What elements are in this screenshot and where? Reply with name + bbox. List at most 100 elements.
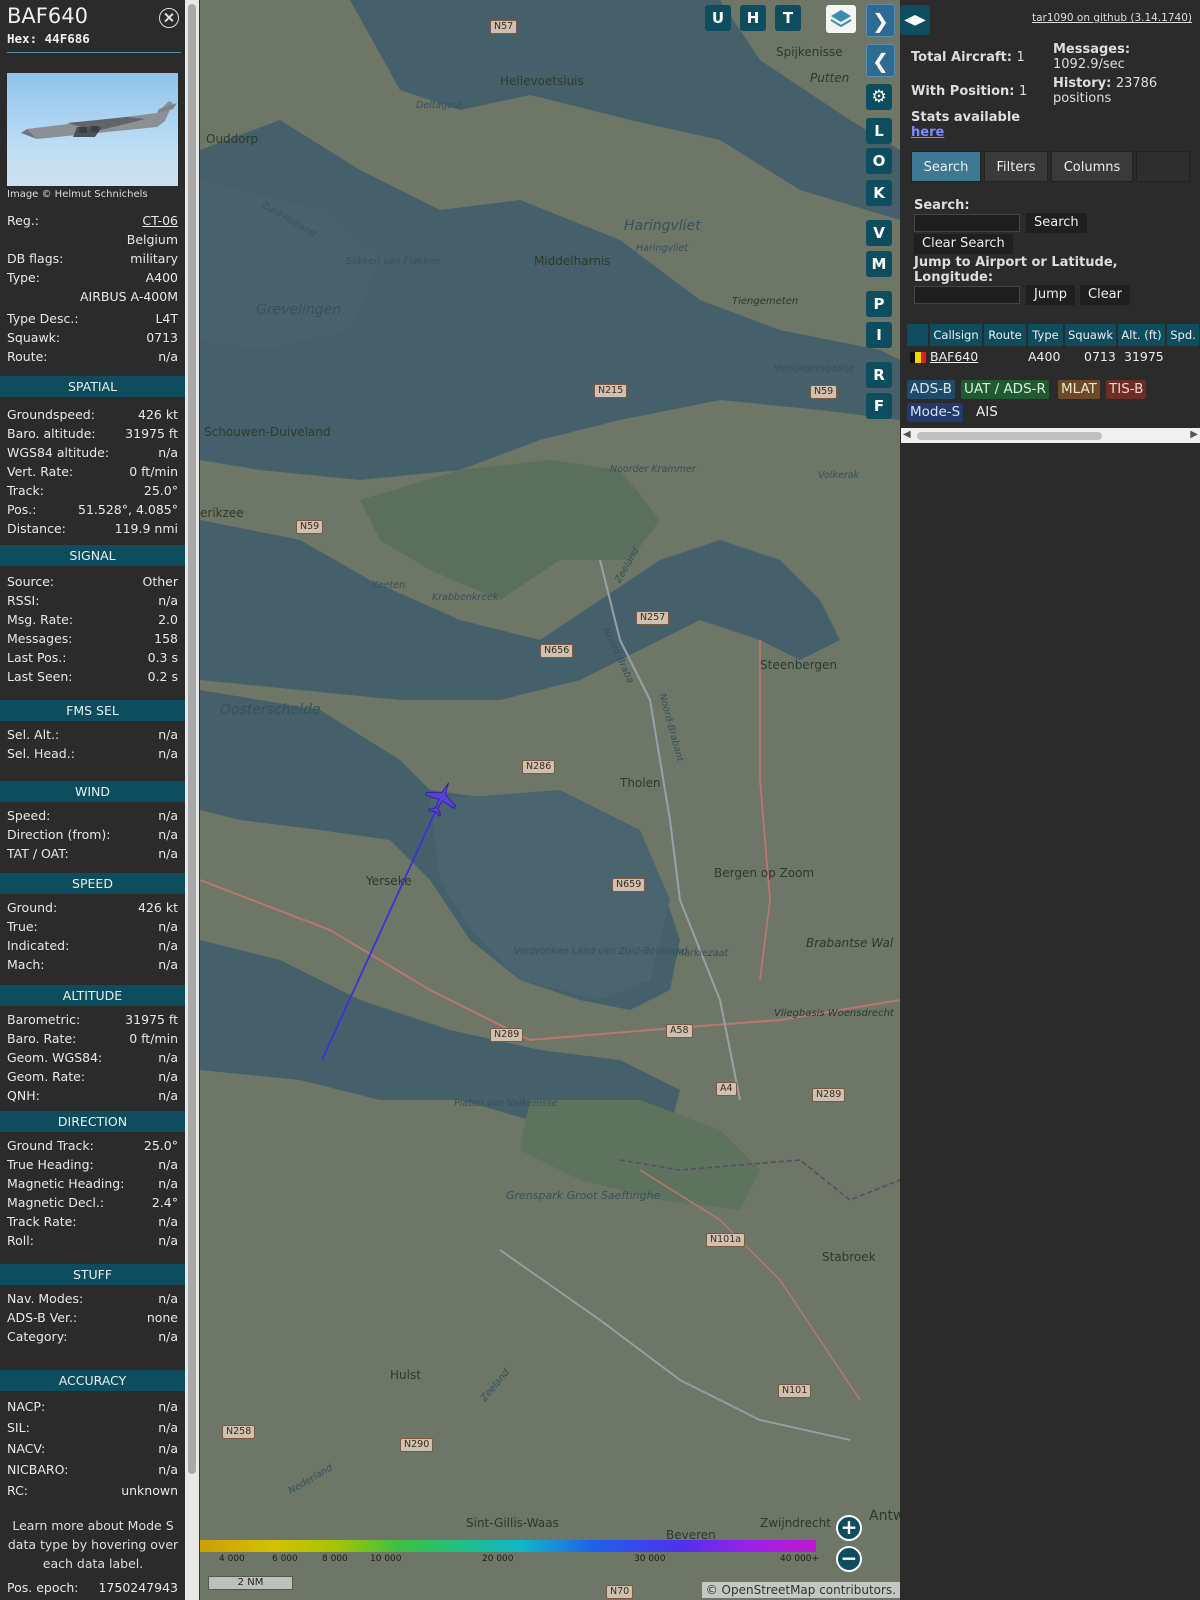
detail-label[interactable]: Speed: <box>7 808 50 823</box>
detail-value: n/a <box>158 1176 178 1191</box>
place-label: Tholen <box>620 776 661 790</box>
registration-link[interactable]: CT-06 <box>142 213 178 228</box>
tab-columns[interactable]: Columns <box>1051 151 1133 182</box>
map-button-p[interactable]: P <box>866 291 892 317</box>
search-input[interactable] <box>914 214 1020 232</box>
detail-label[interactable]: Sel. Alt.: <box>7 727 59 742</box>
detail-label[interactable]: Ground: <box>7 900 57 915</box>
column-header-squawk[interactable]: Squawk <box>1065 324 1117 346</box>
map-button-i[interactable]: I <box>866 322 892 348</box>
detail-label[interactable]: RC: <box>7 1483 28 1498</box>
column-header-speed[interactable]: Spd. <box>1167 324 1200 346</box>
detail-label[interactable]: Pos.: <box>7 502 36 517</box>
detail-label[interactable]: TAT / OAT: <box>7 846 69 861</box>
detail-value: n/a <box>158 808 178 823</box>
jump-input[interactable] <box>914 286 1020 304</box>
detail-label[interactable]: RSSI: <box>7 593 39 608</box>
detail-label[interactable]: Track: <box>7 483 44 498</box>
detail-label[interactable]: Sel. Head.: <box>7 746 75 761</box>
detail-label[interactable]: Category: <box>7 1329 67 1344</box>
colorbar-tick: 30 000 <box>634 1554 666 1564</box>
detail-row: Distance: 119.9 nmi <box>7 521 178 539</box>
map-button-l[interactable]: L <box>866 118 892 144</box>
detail-label[interactable]: Nav. Modes: <box>7 1291 83 1306</box>
gear-icon[interactable]: ⚙ <box>866 84 892 110</box>
detail-label[interactable]: Roll: <box>7 1233 34 1248</box>
detail-label[interactable]: Geom. WGS84: <box>7 1050 102 1065</box>
detail-label[interactable]: True: <box>7 919 38 934</box>
column-header-route[interactable]: Route <box>984 324 1027 346</box>
tab-filters[interactable]: Filters <box>984 151 1048 182</box>
detail-label[interactable]: NACV: <box>7 1441 45 1456</box>
zoom-out-icon[interactable]: − <box>836 1546 862 1572</box>
detail-label[interactable]: Barometric: <box>7 1012 80 1027</box>
detail-label[interactable]: True Heading: <box>7 1157 94 1172</box>
detail-label[interactable]: Last Pos.: <box>7 650 66 665</box>
detail-label[interactable]: Last Seen: <box>7 669 72 684</box>
detail-label[interactable]: NICBARO: <box>7 1462 68 1477</box>
map-button-r[interactable]: R <box>866 362 892 388</box>
clear-button[interactable]: Clear <box>1080 285 1130 305</box>
column-header-flag[interactable] <box>907 324 929 346</box>
detail-label[interactable]: Track Rate: <box>7 1214 77 1229</box>
road-label: A4 <box>716 1082 737 1096</box>
map-view[interactable]: N57 Spijkenisse Putten Hellevoetsluis Ou… <box>200 0 900 1600</box>
map-button-f[interactable]: F <box>866 393 892 419</box>
detail-label[interactable]: Distance: <box>7 521 66 536</box>
detail-label[interactable]: Ground Track: <box>7 1138 94 1153</box>
detail-label[interactable]: Geom. Rate: <box>7 1069 85 1084</box>
map-attribution[interactable]: © OpenStreetMap contributors. <box>701 1582 900 1598</box>
map-button-v[interactable]: V <box>866 220 892 246</box>
github-link[interactable]: tar1090 on github (3.14.1740) <box>1032 12 1192 24</box>
map-button-h[interactable]: H <box>740 5 766 31</box>
detail-label[interactable]: Source: <box>7 574 54 589</box>
info-scrollbar[interactable] <box>185 0 199 1600</box>
detail-label[interactable]: Vert. Rate: <box>7 464 73 479</box>
detail-label[interactable]: Magnetic Heading: <box>7 1176 124 1191</box>
detail-label[interactable]: Messages: <box>7 631 73 646</box>
detail-label[interactable]: Msg. Rate: <box>7 612 73 627</box>
detail-label[interactable]: Magnetic Decl.: <box>7 1195 104 1210</box>
aircraft-photo[interactable] <box>7 73 178 186</box>
horizontal-scrollbar[interactable]: ◀ ▶ <box>901 428 1200 443</box>
jump-button[interactable]: Jump <box>1026 285 1075 305</box>
detail-label[interactable]: Direction (from): <box>7 827 111 842</box>
map-button-t[interactable]: T <box>775 5 801 31</box>
search-button[interactable]: Search <box>1026 213 1087 233</box>
detail-row: Ground: 426 kt <box>7 900 178 918</box>
map-base <box>200 0 900 1600</box>
tab-search[interactable]: Search <box>911 151 981 182</box>
chevron-left-icon[interactable]: ❮ <box>866 44 895 77</box>
map-button-m[interactable]: M <box>866 251 892 277</box>
close-icon[interactable] <box>159 8 179 28</box>
detail-label[interactable]: QNH: <box>7 1088 40 1103</box>
map-button-o[interactable]: O <box>866 148 892 174</box>
detail-label[interactable]: Indicated: <box>7 938 69 953</box>
row-callsign[interactable]: BAF640 <box>930 348 978 366</box>
place-label: Ouddorp <box>206 132 259 146</box>
chevron-right-icon[interactable]: ❯ <box>866 4 895 37</box>
stats-link[interactable]: here <box>911 125 944 140</box>
road-label: N57 <box>490 20 518 34</box>
section-header-altitude: ALTITUDE <box>0 985 185 1006</box>
clear-search-button[interactable]: Clear Search <box>914 234 1013 254</box>
detail-label[interactable]: SIL: <box>7 1420 30 1435</box>
detail-row: Nav. Modes: n/a <box>7 1291 178 1309</box>
zoom-in-icon[interactable]: + <box>836 1515 862 1541</box>
column-header-callsign[interactable]: Callsign <box>930 324 983 346</box>
detail-label[interactable]: Groundspeed: <box>7 407 95 422</box>
detail-label[interactable]: WGS84 altitude: <box>7 445 109 460</box>
detail-value: n/a <box>158 1157 178 1172</box>
column-header-type[interactable]: Type <box>1028 324 1064 346</box>
detail-row: Geom. Rate: n/a <box>7 1069 178 1087</box>
map-button-u[interactable]: U <box>705 5 731 31</box>
detail-label[interactable]: ADS-B Ver.: <box>7 1310 77 1325</box>
detail-label[interactable]: Mach: <box>7 957 44 972</box>
resize-arrows-icon[interactable]: ◀▶ <box>900 5 930 35</box>
detail-label[interactable]: NACP: <box>7 1399 45 1414</box>
detail-label[interactable]: Baro. altitude: <box>7 426 96 441</box>
map-button-k[interactable]: K <box>866 180 892 206</box>
layers-icon[interactable] <box>826 5 856 33</box>
column-header-altitude[interactable]: Alt. (ft) <box>1118 324 1166 346</box>
detail-label[interactable]: Baro. Rate: <box>7 1031 76 1046</box>
